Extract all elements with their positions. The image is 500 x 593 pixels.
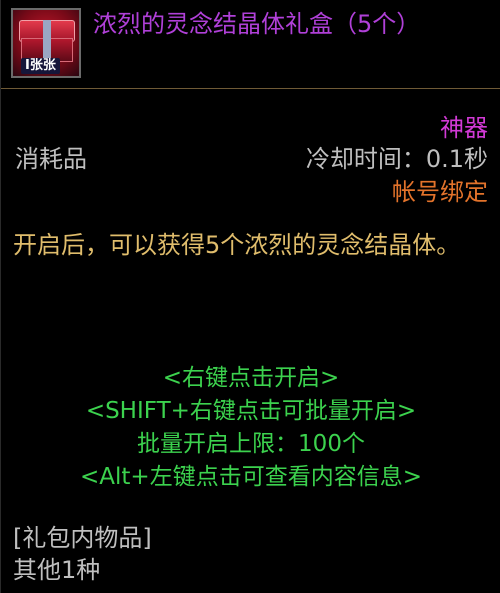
divider (1, 88, 500, 89)
package-contents-title: [礼包内物品] (13, 524, 152, 552)
cooldown-text: 冷却时间：0.1秒 (305, 145, 488, 173)
instruction-alt-left-click: <Alt+左键点击可查看内容信息> (80, 464, 422, 490)
binding-status: 帐号绑定 (392, 178, 488, 206)
item-rarity: 神器 (440, 114, 488, 142)
instruction-shift-right-click: <SHIFT+右键点击可批量开启> (85, 398, 417, 424)
gift-box-icon: I张张 (11, 8, 81, 78)
item-name: 浓烈的灵念结晶体礼盒（5个） (93, 10, 421, 38)
usage-instructions: <右键点击开启> <SHIFT+右键点击可批量开启> 批量开启上限：100个 <… (1, 362, 500, 494)
item-tooltip: I张张 浓烈的灵念结晶体礼盒（5个） 神器 消耗品 冷却时间：0.1秒 帐号绑定… (0, 0, 500, 593)
gift-box-ribbon (43, 20, 51, 60)
instruction-right-click: <右键点击开启> (162, 365, 340, 391)
instruction-batch-limit: 批量开启上限：100个 (137, 431, 365, 457)
item-description: 开启后，可以获得5个浓烈的灵念结晶体。 (13, 231, 461, 259)
item-category: 消耗品 (15, 145, 87, 173)
icon-tag: I张张 (21, 58, 60, 74)
package-contents-summary: 其他1种 (13, 556, 101, 584)
